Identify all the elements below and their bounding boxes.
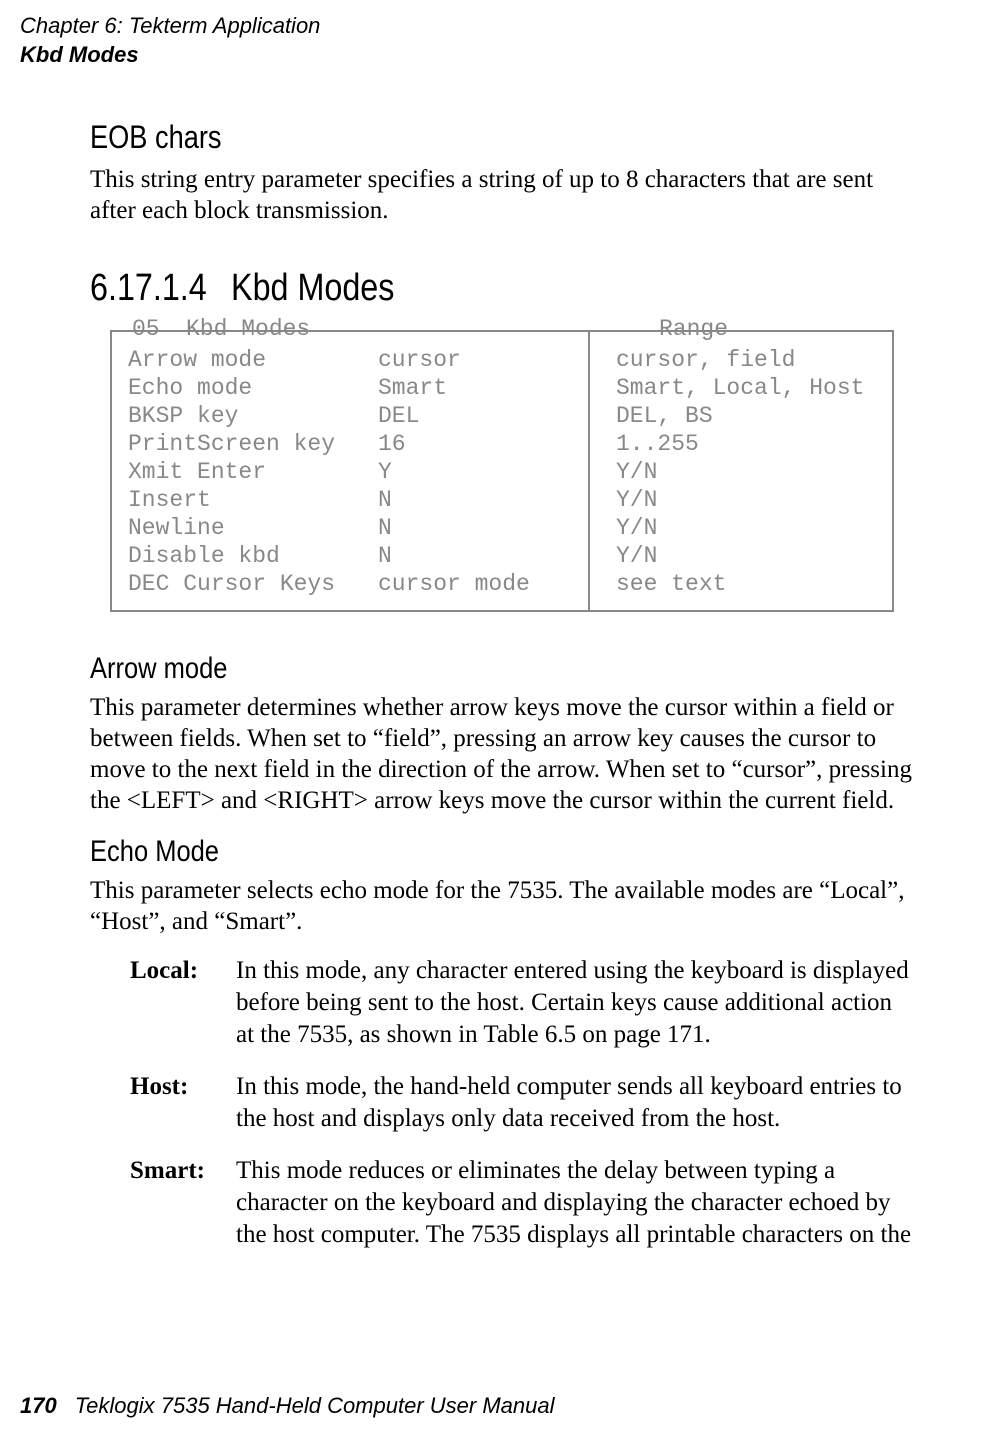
param-value: N bbox=[378, 514, 588, 542]
param-value: N bbox=[378, 486, 588, 514]
param-name: Insert bbox=[128, 486, 378, 514]
definition-desc: In this mode, any character entered usin… bbox=[236, 955, 914, 1051]
definition-desc: This mode reduces or eliminates the dela… bbox=[236, 1155, 914, 1251]
heading-echo-mode: Echo Mode bbox=[90, 835, 790, 869]
param-name: Newline bbox=[128, 514, 378, 542]
page-content: EOB chars This string entry parameter sp… bbox=[0, 69, 1004, 1251]
definition-desc: In this mode, the hand-held computer sen… bbox=[236, 1071, 914, 1135]
param-range: Y/N bbox=[590, 458, 876, 486]
definition-term: Smart: bbox=[130, 1155, 222, 1251]
page-footer: 170 Teklogix 7535 Hand-Held Computer User… bbox=[20, 1393, 555, 1419]
param-range: Y/N bbox=[590, 542, 876, 570]
param-range: 1..255 bbox=[590, 430, 876, 458]
param-name: Arrow mode bbox=[128, 346, 378, 374]
definition-row: Smart:This mode reduces or eliminates th… bbox=[130, 1155, 914, 1251]
param-range: Smart, Local, Host bbox=[590, 374, 876, 402]
param-range: Y/N bbox=[590, 486, 876, 514]
param-name: Xmit Enter bbox=[128, 458, 378, 486]
para-echo-intro: This parameter selects echo mode for the… bbox=[90, 875, 914, 938]
page-number: 170 bbox=[20, 1393, 57, 1418]
heading-arrow-mode: Arrow mode bbox=[90, 652, 790, 686]
param-value: 16 bbox=[378, 430, 588, 458]
param-value: Smart bbox=[378, 374, 588, 402]
heading-eob-chars: EOB chars bbox=[90, 119, 790, 156]
header-section: Kbd Modes bbox=[20, 41, 1004, 70]
heading-kbd-modes: 6.17.1.4 Kbd Modes bbox=[90, 267, 790, 310]
param-value: DEL bbox=[378, 402, 588, 430]
footer-title: Teklogix 7535 Hand-Held Computer User Ma… bbox=[75, 1393, 555, 1418]
para-arrow-mode: This parameter determines whether arrow … bbox=[90, 692, 914, 817]
param-value: Y bbox=[378, 458, 588, 486]
param-name: BKSP key bbox=[128, 402, 378, 430]
para-eob: This string entry parameter specifies a … bbox=[90, 164, 914, 227]
param-value: N bbox=[378, 542, 588, 570]
param-range: Y/N bbox=[590, 514, 876, 542]
param-range: see text bbox=[590, 570, 876, 598]
header-chapter: Chapter 6: Tekterm Application bbox=[20, 12, 1004, 41]
definition-row: Local:In this mode, any character entere… bbox=[130, 955, 914, 1051]
param-value: cursor mode bbox=[378, 570, 588, 598]
section-number: 6.17.1.4 bbox=[90, 267, 207, 310]
definition-term: Host: bbox=[130, 1071, 222, 1135]
definition-term: Local: bbox=[130, 955, 222, 1051]
page-header: Chapter 6: Tekterm Application Kbd Modes bbox=[0, 12, 1004, 69]
param-name: PrintScreen key bbox=[128, 430, 378, 458]
param-range: DEL, BS bbox=[590, 402, 876, 430]
column-divider bbox=[588, 332, 590, 610]
echo-mode-definitions: Local:In this mode, any character entere… bbox=[130, 955, 914, 1251]
param-name: Disable kbd bbox=[128, 542, 378, 570]
kbd-modes-figure: 05 Kbd Modes Range Arrow modecursorcurso… bbox=[110, 330, 894, 612]
section-title: Kbd Modes bbox=[231, 267, 394, 309]
param-name: Echo mode bbox=[128, 374, 378, 402]
definition-row: Host:In this mode, the hand-held compute… bbox=[130, 1071, 914, 1135]
param-value: cursor bbox=[378, 346, 588, 374]
param-name: DEC Cursor Keys bbox=[128, 570, 378, 598]
param-range: cursor, field bbox=[590, 346, 876, 374]
kbd-modes-table: Arrow modecursorcursor, fieldEcho modeSm… bbox=[110, 342, 894, 598]
